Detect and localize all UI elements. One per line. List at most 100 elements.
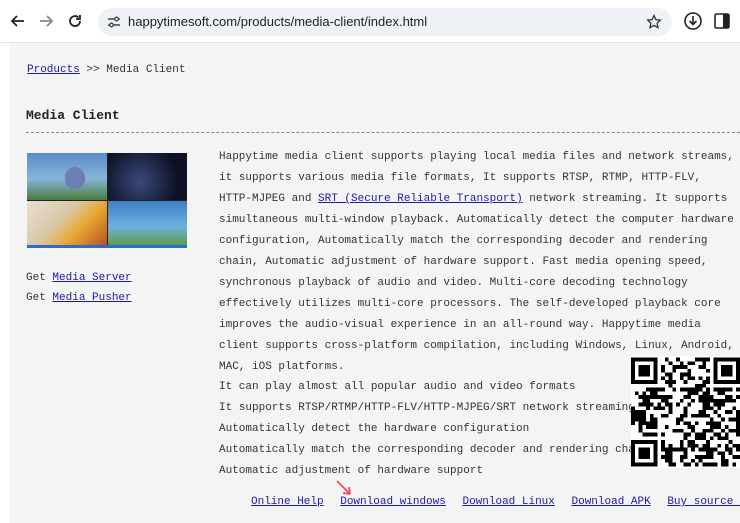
qr-module [724,368,729,373]
qr-module [631,357,635,362]
qr-module [736,395,740,399]
qr-module [728,447,733,452]
qr-module [646,368,650,373]
reload-button[interactable] [63,9,87,33]
qr-module [634,391,639,396]
qr-module [646,357,650,362]
qr-module [634,410,639,414]
qr-module [728,395,733,399]
page-content: Products >> Media Client Media Client Ge… [10,43,740,523]
qr-module [736,376,740,381]
qr-module [672,368,677,373]
qr-module [687,372,692,377]
qr-module [646,447,650,452]
qr-module [646,372,650,377]
srt-link[interactable]: SRT (Secure Reliable Transport) [318,193,523,205]
qr-module [713,365,718,369]
qr-module [631,417,635,422]
qr-module [646,387,650,392]
qr-module [653,432,658,437]
qr-module [706,380,710,384]
qr-module [717,436,722,441]
qr-module [642,462,647,467]
qr-module [679,455,684,459]
qr-module [721,462,725,467]
forward-button[interactable] [34,9,58,33]
url-text: happytimesoft.com/products/media-client/… [128,14,428,29]
qr-module [672,365,677,369]
qr-module [702,383,707,388]
qr-module [698,383,703,388]
qr-module [706,462,710,467]
qr-module [732,380,737,384]
buy-source-code-link[interactable]: Buy source code [667,496,740,508]
qr-module [706,413,710,418]
media-server-link[interactable]: Media Server [52,272,131,284]
address-bar[interactable]: happytimesoft.com/products/media-client/… [98,8,672,36]
qr-module [691,413,695,418]
qr-module [668,462,673,467]
qr-module [638,421,643,426]
qr-module [724,398,729,403]
qr-module [721,365,725,369]
star-icon[interactable] [646,14,662,30]
side-panel-icon[interactable] [712,11,732,31]
feature-list: It can play almost all popular audio and… [219,377,648,482]
online-help-link[interactable]: Online Help [251,496,324,508]
qr-module [653,421,658,426]
back-button[interactable] [6,9,30,33]
bird-figure [65,167,85,189]
qr-module [691,428,695,433]
qr-module [664,413,669,418]
qr-module [653,447,658,452]
qr-module [634,380,639,384]
qr-module [706,451,710,456]
qr-module [736,368,740,373]
download-icon[interactable] [683,11,703,31]
qr-module [732,443,737,448]
qr-module [679,387,684,392]
product-description: Happytime media client supports playing … [219,147,734,378]
qr-module [706,440,710,444]
qr-module [717,421,722,426]
qr-module [694,383,699,388]
qr-module [687,395,692,399]
qr-module [661,440,665,444]
breadcrumb-products-link[interactable]: Products [27,64,80,76]
qr-module [736,443,740,448]
qr-module [642,440,647,444]
qr-module [694,455,699,459]
qr-module [728,440,733,444]
qr-module [653,372,658,377]
qr-module [717,380,722,384]
breadcrumb: Products >> Media Client [27,64,185,76]
qr-module [642,421,647,426]
qr-module [691,361,695,366]
tune-icon[interactable] [106,14,122,30]
download-apk-link[interactable]: Download APK [572,496,651,508]
feature-item: Automatically detect the hardware config… [219,423,530,435]
qr-module [661,432,665,437]
qr-module [664,455,669,459]
media-pusher-link[interactable]: Media Pusher [52,292,131,304]
download-windows-link[interactable]: Download windows [340,496,446,508]
product-screenshot [27,153,187,248]
qr-module [661,443,665,448]
qr-module [653,417,658,422]
qr-module [646,440,650,444]
screenshot-progress-bar [27,245,187,248]
qr-module [683,372,688,377]
qr-module [683,432,688,437]
qr-module [668,458,673,463]
qr-module [631,380,635,384]
qr-module [668,361,673,366]
qr-module [642,398,647,403]
qr-module [668,443,673,448]
qr-module [706,387,710,392]
qr-module [724,443,729,448]
qr-module [661,387,665,392]
qr-module [698,365,703,369]
download-linux-link[interactable]: Download Linux [462,496,554,508]
qr-module [721,398,725,403]
qr-module [653,365,658,369]
